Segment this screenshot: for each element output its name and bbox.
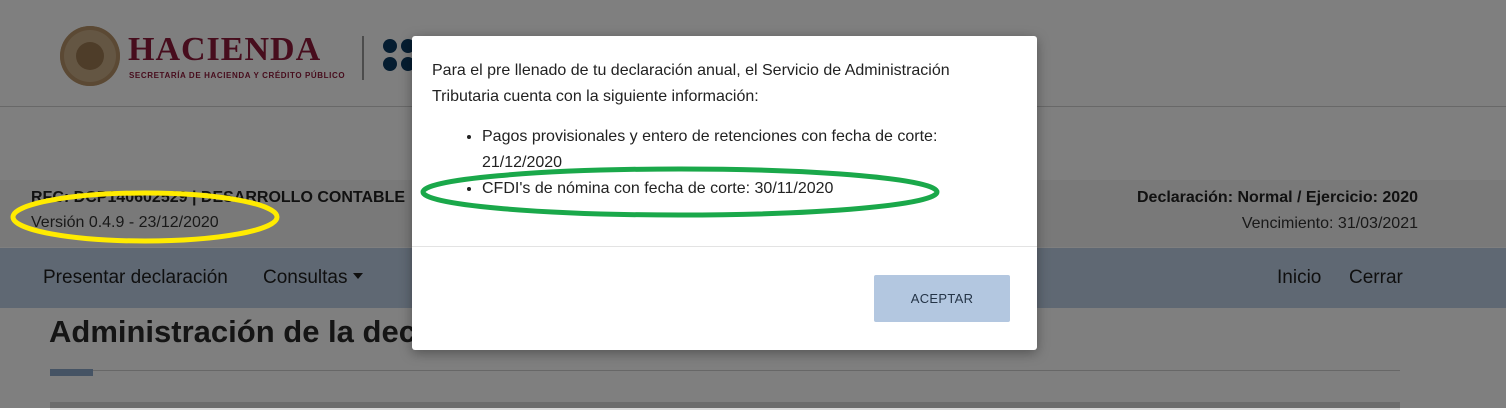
prefill-info-modal: Para el pre llenado de tu declaración an… (412, 36, 1037, 350)
list-item: CFDI's de nómina con fecha de corte: 30/… (482, 176, 1017, 202)
modal-info-list: Pagos provisionales y entero de retencio… (432, 124, 1017, 202)
accept-button[interactable]: ACEPTAR (874, 275, 1010, 322)
modal-body: Para el pre llenado de tu declaración an… (432, 58, 1017, 202)
modal-footer-divider (412, 246, 1037, 247)
list-item: Pagos provisionales y entero de retencio… (482, 124, 1017, 176)
modal-intro-text: Para el pre llenado de tu declaración an… (432, 62, 950, 105)
